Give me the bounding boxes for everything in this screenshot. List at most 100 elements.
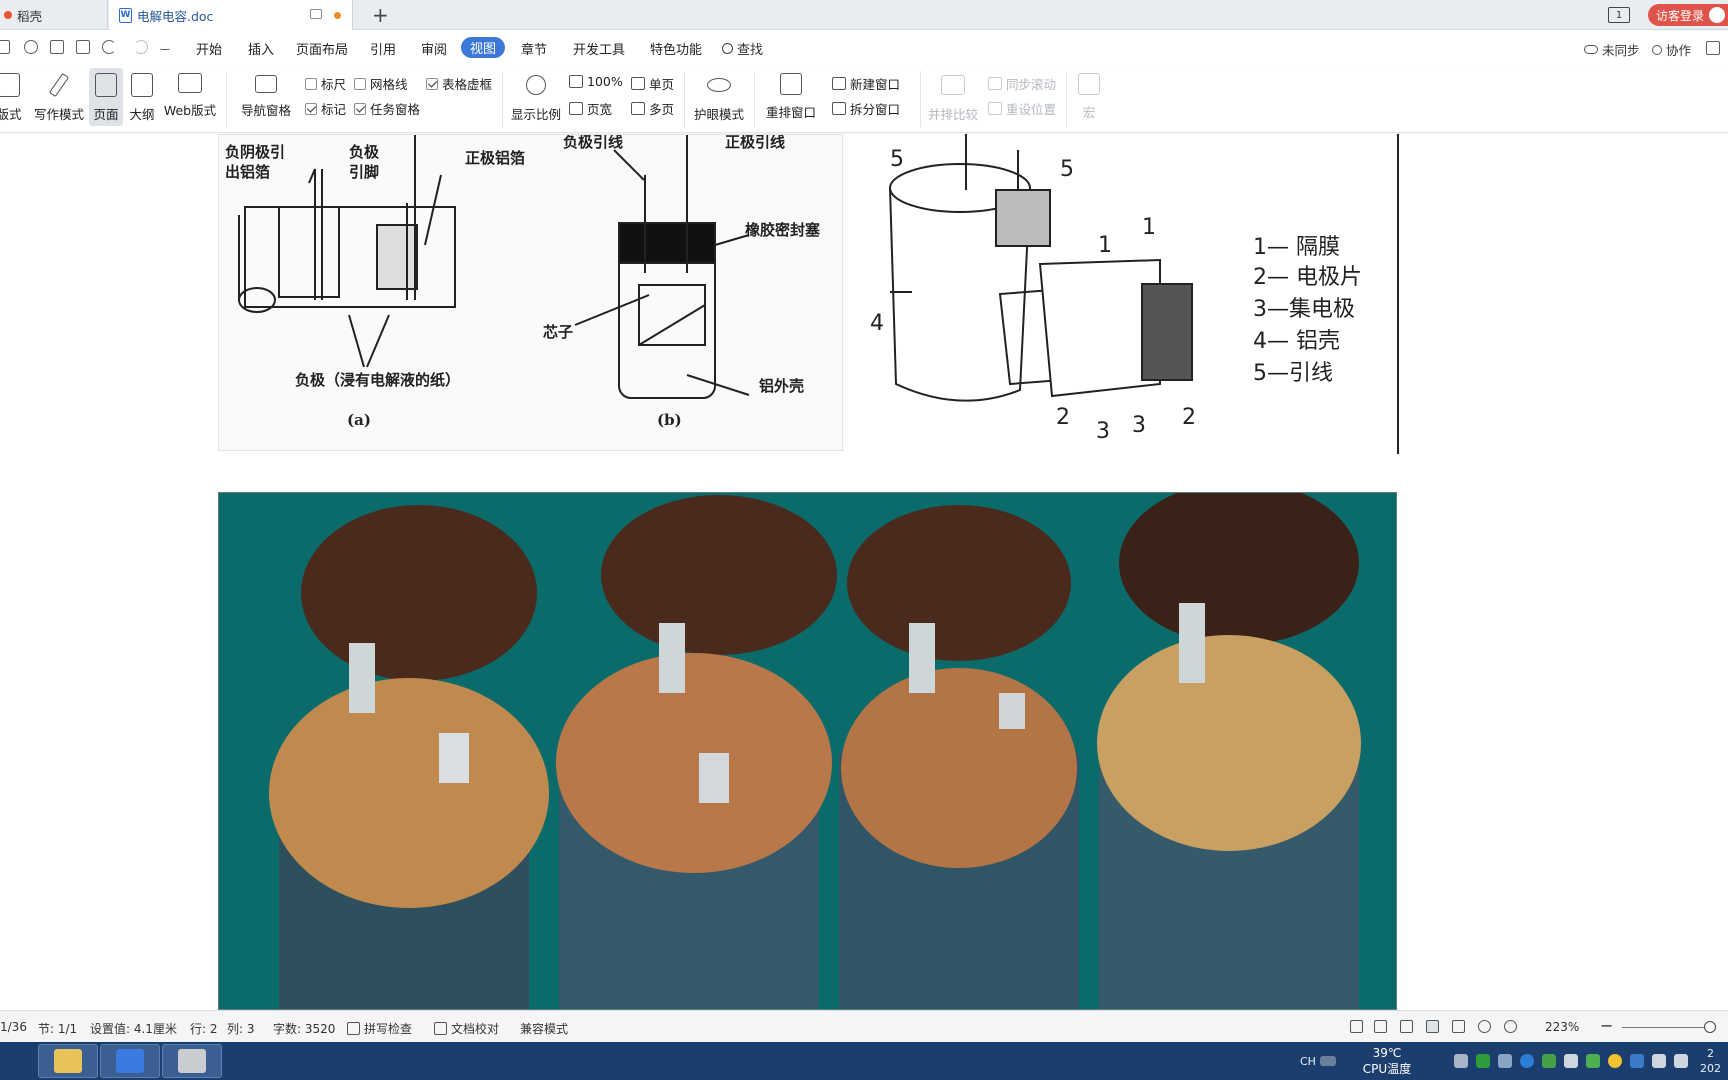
shield-icon[interactable] <box>1586 1054 1600 1068</box>
outline-status-icon[interactable] <box>1452 1020 1465 1033</box>
legend-item: 3—集电极 <box>1253 297 1355 322</box>
thermometer-icon[interactable] <box>1454 1054 1468 1068</box>
taskbar-wps[interactable] <box>100 1044 160 1078</box>
menu-dev-tools[interactable]: 开发工具 <box>573 39 625 58</box>
ime-indicator[interactable]: CH <box>1300 1055 1316 1068</box>
menu-special[interactable]: 特色功能 <box>650 39 702 58</box>
web-status-icon[interactable] <box>1478 1020 1491 1033</box>
multi-page-button[interactable]: 多页 <box>631 99 674 118</box>
table-gridlines-checkbox[interactable]: 表格虚框 <box>426 74 492 93</box>
fullscreen-icon[interactable] <box>1350 1020 1363 1033</box>
web-view-button[interactable]: Web版式 <box>162 68 218 126</box>
page-view-status-icon[interactable] <box>1426 1020 1439 1033</box>
search-button[interactable]: 查找 <box>722 39 763 58</box>
writing-mode-icon[interactable] <box>1400 1020 1413 1033</box>
zoom-level[interactable]: 223% <box>1545 1020 1579 1034</box>
reset-position-button[interactable]: 重设位置 <box>988 99 1056 118</box>
speaker-icon[interactable] <box>1564 1054 1578 1068</box>
page-view-button[interactable]: 页面 <box>89 68 123 126</box>
nav-pane-button[interactable]: 导航窗格 <box>236 68 296 126</box>
multi-page-icon <box>631 102 645 115</box>
eye-status-icon[interactable] <box>1504 1020 1517 1033</box>
plus-icon[interactable] <box>1608 1054 1622 1068</box>
collab-button[interactable]: 协作 <box>1652 40 1691 59</box>
status-word-count[interactable]: 字数: 3520 <box>273 1020 335 1037</box>
sync-status[interactable]: 未同步 <box>1584 40 1640 59</box>
diagram-number: 1 <box>1098 233 1112 258</box>
visitor-login-button[interactable]: 访客登录 <box>1648 4 1728 26</box>
outline-view-button[interactable]: 大纲 <box>126 68 158 126</box>
zoom-100-button[interactable]: 100% <box>569 74 623 89</box>
zoom-ratio-button[interactable]: 显示比例 <box>509 68 563 126</box>
document-canvas[interactable]: 负阴极引 出铝箔 负极 引脚 正极铝箔 负极（浸有电解液的纸） (a) 负极引线… <box>0 134 1728 1010</box>
format-painter-icon[interactable] <box>24 40 38 54</box>
read-mode-icon[interactable] <box>1374 1020 1387 1033</box>
menu-chapter[interactable]: 章节 <box>521 39 547 58</box>
menu-view[interactable]: 视图 <box>461 37 505 58</box>
customize-toolbar-icon[interactable] <box>160 44 170 50</box>
new-window-button[interactable]: 新建窗口 <box>832 74 900 93</box>
tab-home[interactable]: 稻壳 <box>0 0 108 30</box>
tab-document[interactable]: W 电解电容.doc <box>109 0 353 30</box>
display-icon[interactable] <box>1674 1054 1688 1068</box>
app-icon[interactable] <box>1630 1054 1644 1068</box>
task-pane-checkbox[interactable]: 任务窗格 <box>354 99 420 118</box>
new-tab-button[interactable]: + <box>372 3 389 27</box>
macro-icon <box>1078 73 1100 95</box>
single-page-button[interactable]: 单页 <box>631 74 674 93</box>
bluetooth-icon[interactable] <box>1520 1054 1534 1068</box>
table-border-line <box>1397 134 1399 454</box>
capacitor-exploded-diagram: 5 5 1 1 4 2 3 3 2 1— 隔膜 2— 电极片 3—集电极 4— … <box>860 134 1400 454</box>
menu-review[interactable]: 审阅 <box>421 39 447 58</box>
writing-mode-label: 写作模式 <box>34 107 85 122</box>
eye-mode-button[interactable]: 护眼模式 <box>692 68 746 126</box>
menu-references[interactable]: 引用 <box>370 39 396 58</box>
split-window-button[interactable]: 拆分窗口 <box>832 99 900 118</box>
diagram-label: 正极引线 <box>725 135 785 151</box>
rearrange-windows-button[interactable]: 重排窗口 <box>762 68 820 126</box>
layout-view-button[interactable]: 版式 <box>0 68 24 126</box>
zoom-slider-handle[interactable] <box>1704 1021 1716 1033</box>
collab-label: 协作 <box>1666 43 1692 58</box>
side-by-side-button[interactable]: 并排比较 <box>926 68 980 126</box>
security-icon[interactable] <box>1476 1054 1490 1068</box>
gridlines-checkbox[interactable]: 网格线 <box>354 74 408 93</box>
tab-float-icon[interactable] <box>310 9 322 19</box>
sync-scroll-button[interactable]: 同步滚动 <box>988 74 1056 93</box>
markup-checkbox[interactable]: 标记 <box>305 99 346 118</box>
redo-icon[interactable] <box>134 40 148 54</box>
avatar-icon <box>1709 7 1726 23</box>
zoom-slider-track[interactable] <box>1622 1027 1716 1028</box>
page-width-button[interactable]: 页宽 <box>569 99 612 118</box>
diagram-label: 负阴极引 <box>225 143 285 161</box>
print-preview-icon[interactable] <box>76 40 90 54</box>
network-icon[interactable] <box>1498 1054 1512 1068</box>
share-icon[interactable] <box>1706 41 1720 55</box>
ruler-checkbox[interactable]: 标尺 <box>305 74 346 93</box>
menu-page-layout[interactable]: 页面布局 <box>296 39 348 58</box>
nvidia-icon[interactable] <box>1542 1054 1556 1068</box>
clock-date: 202 <box>1700 1062 1721 1075</box>
spell-check-button[interactable]: 拼写检查 <box>347 1020 412 1037</box>
diagram-label: 橡胶密封塞 <box>745 221 821 239</box>
menu-start[interactable]: 开始 <box>196 39 222 58</box>
taskbar-recorder[interactable] <box>162 1044 222 1078</box>
zoom-out-button[interactable]: − <box>1600 1016 1613 1035</box>
web-view-label: Web版式 <box>163 103 217 118</box>
doc-proof-button[interactable]: 文档校对 <box>434 1020 499 1037</box>
single-page-label: 单页 <box>649 77 675 92</box>
menu-insert[interactable]: 插入 <box>248 39 274 58</box>
writing-mode-button[interactable]: 写作模式 <box>34 68 84 126</box>
clock[interactable]: 2 202 <box>1700 1042 1721 1080</box>
undo-icon[interactable] <box>102 40 116 54</box>
macro-button[interactable]: 宏 <box>1074 68 1104 126</box>
keyboard-icon[interactable] <box>1319 1056 1336 1066</box>
save-icon[interactable] <box>0 40 10 54</box>
volume-icon[interactable] <box>1652 1054 1666 1068</box>
print-icon[interactable] <box>50 40 64 54</box>
status-page[interactable]: 1/36 <box>0 1020 27 1034</box>
window-count-badge[interactable]: 1 <box>1608 7 1630 23</box>
page-width-label: 页宽 <box>587 102 613 117</box>
side-by-side-label: 并排比较 <box>927 107 978 122</box>
taskbar-explorer[interactable] <box>38 1044 98 1078</box>
